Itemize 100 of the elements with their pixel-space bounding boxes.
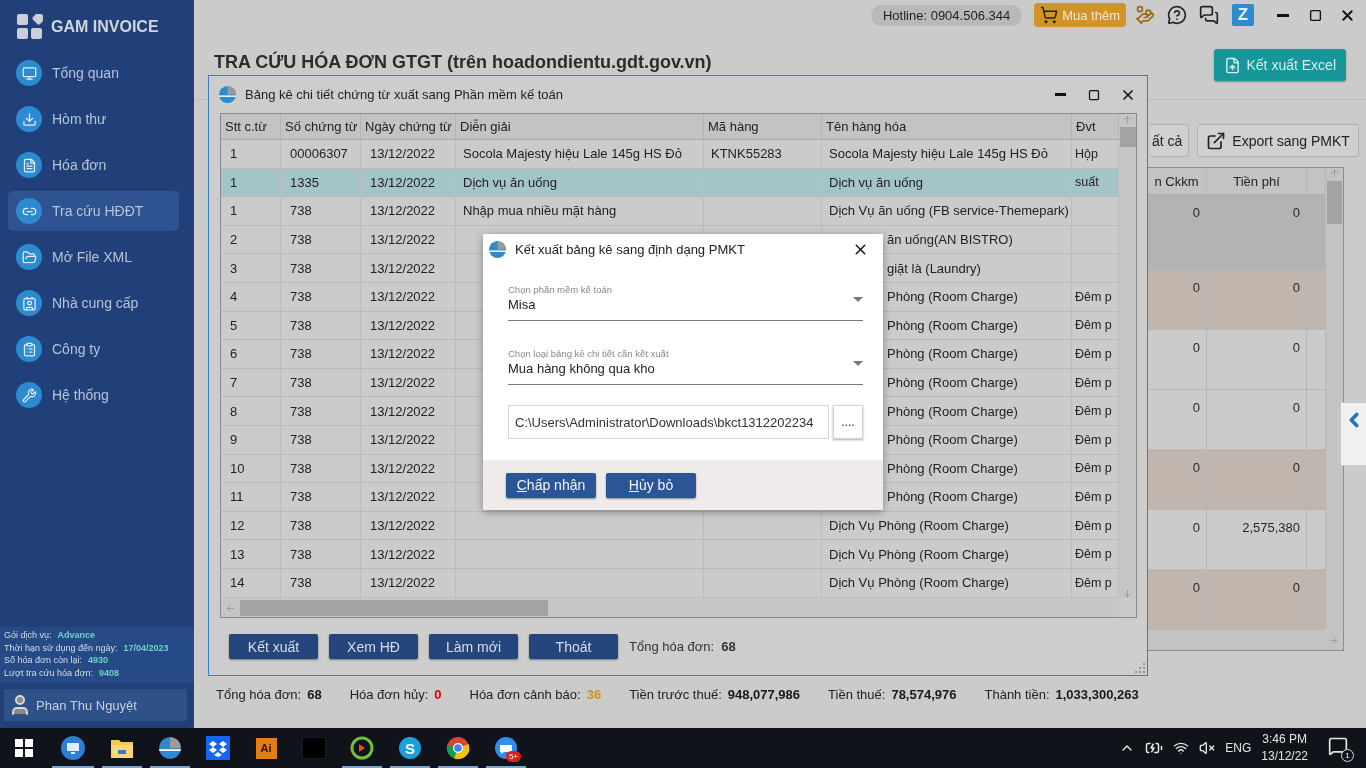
table-row[interactable]: 0 2,575,380	[1147, 510, 1326, 570]
scrollbar-thumb[interactable]	[1119, 127, 1136, 147]
dialog-button[interactable]: Hủy bỏ	[606, 472, 696, 498]
diamonds-icon[interactable]	[206, 736, 230, 760]
table-cell: 13/12/2022	[361, 140, 456, 168]
scrollbar-thumb[interactable]	[1327, 181, 1342, 224]
language-indicator[interactable]: ENG	[1225, 741, 1252, 755]
browse-button[interactable]: ....	[833, 405, 863, 439]
sidebar-item[interactable]: Mở File XML	[8, 237, 179, 277]
table-row[interactable]: 1 1335 13/12/2022 Dịch vụ ăn uống Dịch vụ ăn uống suất	[221, 168, 1119, 198]
table-cell: 738	[281, 540, 361, 568]
table-cell: 13	[221, 540, 281, 568]
table-cell: 738	[281, 454, 361, 483]
table-row[interactable]: 1 00006307 13/12/2022 Socola Majesty hiệu Lale 145g HS Đỏ KTNK55283 Socola Majesty hiệu Lale 145g HS Đỏ Hộp	[221, 140, 1119, 169]
column-header: Số chứng từ	[281, 114, 361, 139]
sidebar-item[interactable]: Tra cứu HĐĐT	[8, 191, 179, 231]
total-value: 78,574,976	[891, 687, 957, 702]
dialog-button[interactable]: Chấp nhận	[506, 472, 596, 498]
notifications-button[interactable]: 1	[1326, 734, 1354, 762]
table-cell: 2,575,380	[1207, 510, 1307, 569]
info-label: Gói dịch vụ:	[4, 629, 52, 642]
table-cell: 7	[221, 368, 281, 397]
table-row[interactable]: 0 0	[1147, 270, 1326, 330]
table-cell: 738	[281, 225, 361, 254]
page-title: TRA CỨU HÓA ĐƠN GTGT (trên hoadondientu.gdt.gov.vn)	[214, 52, 712, 72]
illustrator-icon[interactable]: Ai	[255, 737, 277, 759]
table-row[interactable]: 0 0	[1147, 570, 1326, 630]
sidebar-item[interactable]: Hệ thống	[8, 375, 179, 415]
sidebar-item[interactable]: Công ty	[8, 329, 179, 369]
path-field[interactable]: C:\Users\Administrator\Downloads\bkct1312202234	[508, 405, 829, 439]
toolbar-button[interactable]: ất cả	[1150, 124, 1190, 157]
table-cell: 13/12/2022	[361, 425, 456, 454]
info-value: Advance	[57, 629, 96, 642]
table-cell: 738	[281, 311, 361, 340]
info-label: Thời hạn sử dụng đến ngày:	[4, 641, 118, 654]
select-field[interactable]: Chọn loại bảng kê chi tiết cần kết xuất Mua hàng không qua kho	[508, 347, 863, 385]
table-cell: Dịch Vụ Phòng (Room Charge)	[822, 568, 1072, 597]
table-cell: Dịch Vụ ăn uống (FB service-Themepark)	[822, 197, 1072, 225]
monitor-icon[interactable]	[61, 736, 85, 760]
table-cell: 0	[1207, 570, 1307, 629]
table-cell: Socola Majesty hiệu Lale 145g HS Đỏ	[822, 140, 1072, 168]
table-row[interactable]: 13 738 13/12/2022 Dịch Vụ Phòng (Room Charge) Đêm p	[221, 540, 1119, 569]
table-cell: 0	[1207, 270, 1307, 329]
scrollbar-thumb[interactable]	[240, 600, 548, 616]
clock[interactable]: 3:46 PM 13/12/22	[1261, 731, 1308, 765]
user-panel[interactable]: Phan Thu Nguyệt	[4, 689, 187, 721]
horizontal-scrollbar[interactable]	[221, 599, 1119, 617]
side-panel-tab[interactable]	[1340, 402, 1366, 466]
table-row[interactable]: 14 738 13/12/2022 Dịch Vụ Phòng (Room Charge) Đêm p	[221, 568, 1119, 598]
column-header: Tiền phí	[1207, 168, 1307, 194]
action-button[interactable]: Thoát	[529, 634, 618, 659]
pie-chart-icon	[158, 736, 182, 760]
cart-icon	[1040, 6, 1059, 24]
contact-card-icon	[16, 290, 42, 316]
table-cell: 3	[221, 254, 281, 282]
leaf-ring-icon[interactable]	[350, 736, 374, 760]
sidebar-item[interactable]: Tổng quan	[8, 53, 179, 93]
table-cell: 13/12/2022	[361, 540, 456, 568]
table-cell: Socola Majesty hiệu Lale 145g HS Đỏ	[456, 140, 704, 168]
sidebar-item[interactable]: Hòm thư	[8, 99, 179, 139]
user-name: Phan Thu Nguyệt	[36, 697, 137, 713]
table-cell: 2	[221, 225, 281, 254]
table-row[interactable]: 0 0	[1147, 195, 1326, 270]
sidebar-item[interactable]: Nhà cung cấp	[8, 283, 179, 323]
folder-icon[interactable]	[110, 737, 134, 759]
action-button[interactable]: Kết xuất	[229, 634, 318, 659]
table-row[interactable]: 0 0	[1147, 330, 1326, 390]
total-label: Tổng hóa đơn:	[216, 687, 302, 702]
color-wheel-icon[interactable]	[446, 736, 470, 760]
table-cell: 13/12/2022	[361, 168, 456, 197]
table-cell: 12	[221, 511, 281, 540]
table-row[interactable]: 12 738 13/12/2022 Dịch Vụ Phòng (Room Charge) Đêm p	[221, 511, 1119, 541]
info-label: Lượt tra cứu hóa đơn:	[4, 666, 93, 679]
table-row[interactable]: 0 0	[1147, 390, 1326, 450]
total-value: 68	[307, 687, 322, 702]
select-field[interactable]: Chọn phần mềm kế toán Misa	[508, 283, 863, 321]
minimize-icon	[1054, 93, 1066, 96]
sidebar-item[interactable]: Hóa đơn	[8, 145, 179, 185]
dialog-title: Kết xuất bảng kê sang định dạng PMKT	[515, 242, 746, 257]
table-cell: 13/12/2022	[361, 225, 456, 254]
info-value: 9408	[98, 666, 119, 679]
pie-chart-icon	[218, 85, 237, 104]
table-cell: 1	[221, 140, 281, 168]
vertical-scrollbar[interactable]	[1119, 114, 1136, 599]
mute-icon[interactable]	[1199, 740, 1216, 756]
column-header: Mã hàng	[704, 114, 822, 139]
resize-grip[interactable]	[1135, 663, 1145, 673]
table-cell: 13/12/2022	[361, 568, 456, 597]
export-button[interactable]: Export sang PMKT	[1197, 124, 1359, 157]
info-label: Số hóa đơn còn lại:	[4, 654, 82, 667]
table-cell: 13/12/2022	[361, 197, 456, 225]
notification-badge: 5+	[505, 751, 521, 762]
table-row[interactable]: 1 738 13/12/2022 Nhập mua nhiều mặt hàng Dịch Vụ ăn uống (FB service-Themepark)	[221, 197, 1119, 226]
table-row[interactable]: 0 0	[1147, 450, 1326, 510]
table-cell: 0	[1207, 195, 1307, 269]
action-button[interactable]: Xem HĐ	[329, 634, 418, 659]
wifi-icon[interactable]	[1173, 740, 1190, 756]
action-button[interactable]: Làm mới	[429, 634, 518, 659]
total-value: 948,077,986	[727, 687, 801, 702]
column-header: Diễn giải	[456, 114, 704, 139]
